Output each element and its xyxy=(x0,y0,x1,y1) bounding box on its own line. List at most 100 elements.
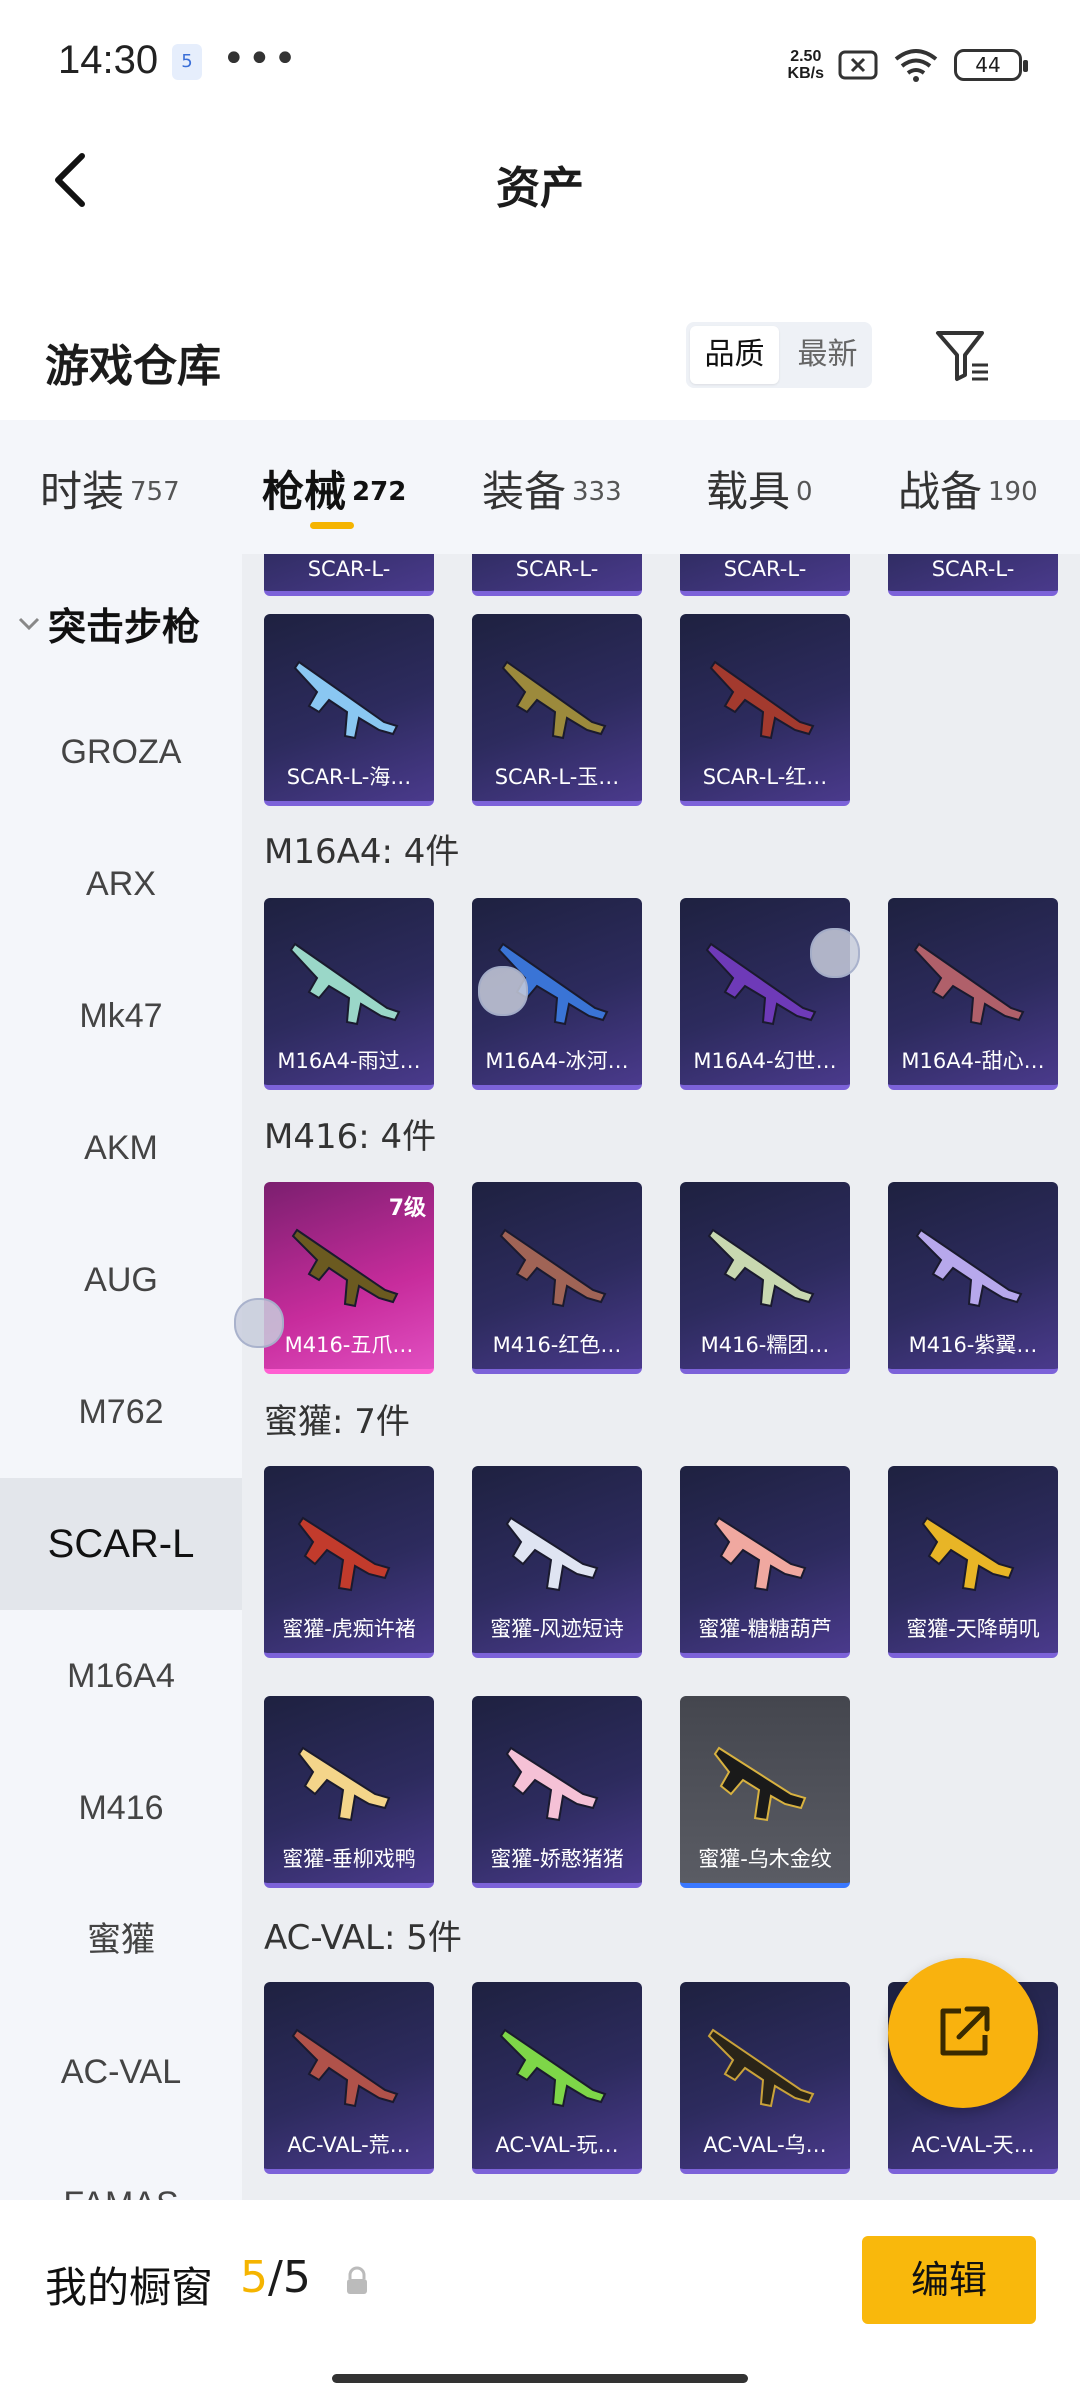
share-button[interactable] xyxy=(888,1958,1038,2108)
skin-card[interactable]: M16A4-甜心… xyxy=(888,898,1058,1090)
touch-indicator xyxy=(234,1298,284,1348)
skin-card-label: M416-五爪… xyxy=(284,1333,414,1357)
sidebar-item-m762[interactable]: M762 xyxy=(0,1346,242,1478)
sidebar-item-mk47[interactable]: Mk47 xyxy=(0,950,242,1082)
sidebar-item-akm[interactable]: AKM xyxy=(0,1082,242,1214)
showcase-bar: 我的橱窗 5/5 编辑 xyxy=(0,2200,1080,2400)
tab-vehicles[interactable]: 载具 0 xyxy=(706,458,813,519)
sidebar-item-aug[interactable]: AUG xyxy=(0,1214,242,1346)
sidebar-item-groza[interactable]: GROZA xyxy=(0,686,242,818)
tab-count: 333 xyxy=(572,477,622,507)
skin-card[interactable]: AC-VAL-荒… xyxy=(264,1982,434,2174)
section-title-honey-badger: 蜜獾: 7件 xyxy=(264,1402,410,1442)
skin-card-label: SCAR-L-玉… xyxy=(494,765,620,789)
skin-card[interactable]: M16A4-幻世… xyxy=(680,898,850,1090)
tab-count: 272 xyxy=(352,477,407,507)
showcase-count: 5/5 xyxy=(240,2252,311,2303)
sidebar-item-scar-l[interactable]: SCAR-L xyxy=(0,1478,242,1610)
skin-card[interactable]: SCAR-L-玉… xyxy=(472,614,642,806)
active-tab-indicator xyxy=(310,522,354,529)
sort-quality-option[interactable]: 品质 xyxy=(690,326,779,384)
sidebar-category-header[interactable]: 突击步枪 xyxy=(18,596,200,651)
skin-card-label: 蜜獾-虎痴许褚 xyxy=(282,1617,416,1641)
skin-card[interactable]: M16A4-雨过… xyxy=(264,898,434,1090)
edit-button[interactable]: 编辑 xyxy=(862,2236,1036,2324)
skin-card[interactable]: SCAR-L- xyxy=(472,554,642,596)
skin-card-label: SCAR-L-红… xyxy=(702,765,828,789)
skin-card-label: SCAR-L- xyxy=(515,557,599,581)
page-title: 资产 xyxy=(496,163,584,214)
sidebar-item-m416[interactable]: M416 xyxy=(0,1742,242,1874)
network-speed-unit: KB/s xyxy=(787,65,824,82)
skin-card-label: SCAR-L- xyxy=(931,557,1015,581)
skin-card-label: AC-VAL-荒… xyxy=(287,2133,411,2157)
skin-card[interactable]: 蜜獾-风迹短诗 xyxy=(472,1466,642,1658)
sidebar-item-honey-badger[interactable]: 蜜獾 xyxy=(0,1874,242,2006)
rifle-icon xyxy=(499,2028,607,2108)
tab-weapons[interactable]: 枪械 272 xyxy=(262,458,406,519)
section-title-m416: M416: 4件 xyxy=(264,1117,437,1157)
home-indicator[interactable] xyxy=(332,2374,748,2383)
smg-icon xyxy=(921,1516,1015,1592)
skin-card-label: AC-VAL-玩… xyxy=(495,2133,619,2157)
skin-card-label: M416-红色… xyxy=(492,1333,622,1357)
skin-card[interactable]: 7级 M416-五爪… xyxy=(264,1182,434,1374)
warehouse-header: 游戏仓库 品质 最新 xyxy=(0,310,1080,410)
skin-card[interactable]: 蜜獾-垂柳戏鸭 xyxy=(264,1696,434,1888)
tab-label: 战备 xyxy=(898,467,983,516)
skin-card-label: M16A4-幻世… xyxy=(693,1049,837,1073)
tab-outfits[interactable]: 时装 757 xyxy=(40,458,180,519)
skin-card-label: 蜜獾-风迹短诗 xyxy=(490,1617,624,1641)
skin-card[interactable]: 蜜獾-虎痴许褚 xyxy=(264,1466,434,1658)
category-tabs: 时装 757 枪械 272 装备 333 载具 0 战备 190 xyxy=(0,420,1080,554)
sidebar-item-ac-val[interactable]: AC-VAL xyxy=(0,2006,242,2138)
skin-card-label: M16A4-雨过… xyxy=(277,1049,421,1073)
skin-card[interactable]: SCAR-L- xyxy=(680,554,850,596)
status-time: 14:30 xyxy=(58,38,159,82)
weapon-type-sidebar: 突击步枪 GROZA ARX Mk47 AKM AUG M762 SCAR-L … xyxy=(0,554,242,2200)
skin-card-label: 蜜獾-垂柳戏鸭 xyxy=(282,1847,416,1871)
sidebar-category-label: 突击步枪 xyxy=(48,605,201,649)
sort-newest-option[interactable]: 最新 xyxy=(783,322,872,388)
skin-card[interactable]: AC-VAL-乌… xyxy=(680,1982,850,2174)
app-notification-icon: 5 xyxy=(172,44,202,80)
filter-button[interactable] xyxy=(932,325,992,385)
smg-icon xyxy=(713,1516,807,1592)
rifle-icon xyxy=(915,1228,1023,1308)
network-speed-value: 2.50 xyxy=(790,48,822,65)
skin-card[interactable]: SCAR-L-红… xyxy=(680,614,850,806)
skin-card[interactable]: 蜜獾-天降萌叽 xyxy=(888,1466,1058,1658)
tab-count: 0 xyxy=(796,477,813,507)
section-title-m16a4: M16A4: 4件 xyxy=(264,832,460,872)
more-notifications-icon: ••• xyxy=(222,36,299,82)
smg-icon xyxy=(297,1746,391,1822)
skin-card[interactable]: M416-紫翼… xyxy=(888,1182,1058,1374)
skin-card-label: AC-VAL-天… xyxy=(911,2133,1035,2157)
skin-card[interactable]: M416-红色… xyxy=(472,1182,642,1374)
skin-card[interactable]: 蜜獾-乌木金纹 xyxy=(680,1696,850,1888)
rifle-icon xyxy=(913,942,1025,1026)
tab-supplies[interactable]: 战备 190 xyxy=(898,458,1038,519)
skin-card[interactable]: 蜜獾-糖糖葫芦 xyxy=(680,1466,850,1658)
battery-icon: 44 xyxy=(954,49,1028,81)
tab-equipment[interactable]: 装备 333 xyxy=(482,458,622,519)
touch-indicator xyxy=(810,928,860,978)
skin-card[interactable]: AC-VAL-玩… xyxy=(472,1982,642,2174)
rifle-icon xyxy=(289,942,401,1026)
smg-icon xyxy=(297,1516,391,1592)
skin-card[interactable]: 蜜獾-娇憨猪猪 xyxy=(472,1696,642,1888)
skin-card[interactable]: M416-糯团… xyxy=(680,1182,850,1374)
sidebar-item-m16a4[interactable]: M16A4 xyxy=(0,1610,242,1742)
sidebar-item-famas[interactable]: FAMAS xyxy=(0,2138,242,2200)
skin-card[interactable]: SCAR-L- xyxy=(264,554,434,596)
sidebar-item-arx[interactable]: ARX xyxy=(0,818,242,950)
rifle-icon xyxy=(291,1228,399,1308)
skin-card[interactable]: SCAR-L- xyxy=(888,554,1058,596)
tab-count: 757 xyxy=(130,477,180,507)
rifle-icon xyxy=(707,1228,815,1308)
smg-icon xyxy=(505,1746,599,1822)
skin-card[interactable]: SCAR-L-海… xyxy=(264,614,434,806)
skin-card-label: SCAR-L- xyxy=(723,557,807,581)
smg-icon xyxy=(713,1746,807,1822)
skin-card-label: M16A4-甜心… xyxy=(901,1049,1045,1073)
